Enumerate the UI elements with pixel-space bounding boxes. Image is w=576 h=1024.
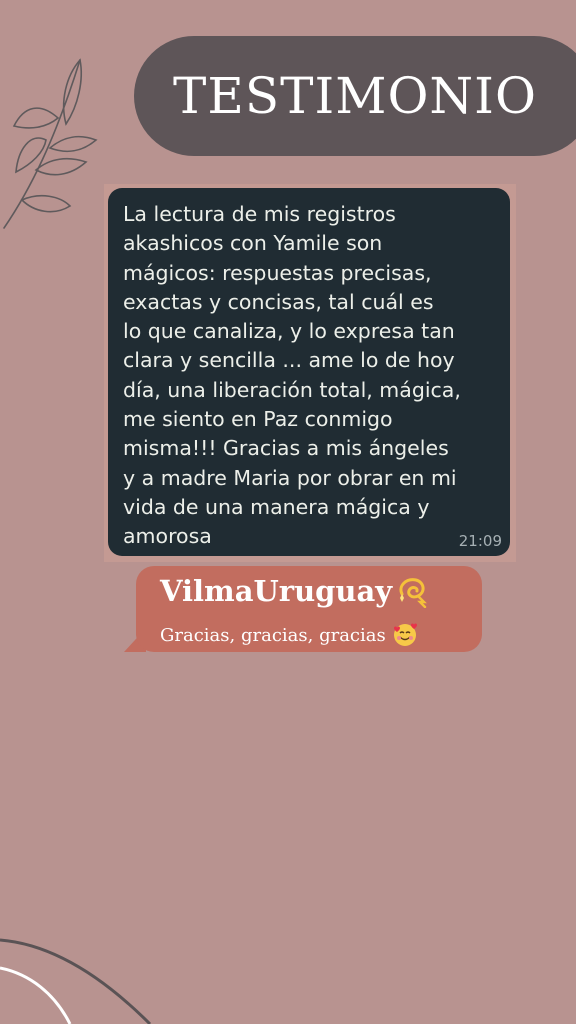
author-message-text: Gracias, gracias, gracias bbox=[160, 624, 386, 646]
dizzy-emoji-icon bbox=[399, 578, 428, 608]
page-title: TESTIMONIO bbox=[173, 67, 537, 125]
decorative-curve bbox=[0, 938, 152, 1024]
chat-message-text: La lectura de mis registros akashicos co… bbox=[123, 202, 461, 549]
author-name: VilmaUruguay bbox=[160, 574, 430, 608]
chat-message-time: 21:09 bbox=[458, 532, 502, 550]
smiling-face-with-hearts-emoji-icon bbox=[393, 623, 417, 646]
author-message: Gracias, gracias, gracias bbox=[160, 622, 418, 648]
author-name-text: VilmaUruguay bbox=[160, 574, 393, 608]
leaf-branch-icon bbox=[3, 58, 98, 229]
